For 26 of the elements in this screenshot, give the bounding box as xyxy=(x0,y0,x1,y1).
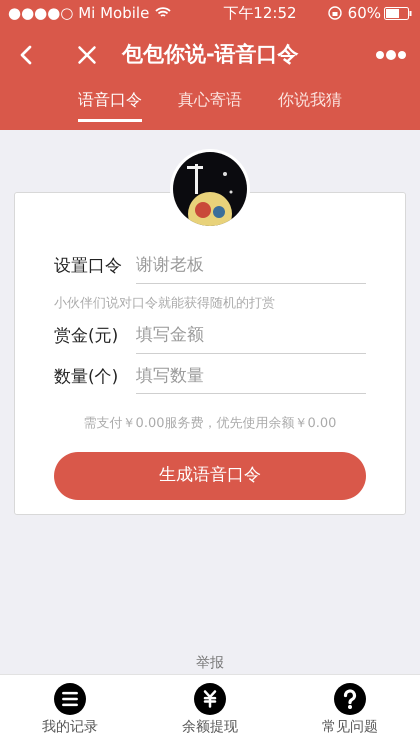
input-field[interactable]: 谢谢老板 xyxy=(136,253,366,284)
hint-text: 小伙伴们说对口令就能获得随机的打赏 xyxy=(54,294,276,312)
nav-item[interactable]: 余额提现 xyxy=(182,717,238,738)
clock-text: 下午12:52 xyxy=(223,2,297,24)
fee-note: 需支付￥0.00服务费，优先使用余额￥0.00 xyxy=(82,415,338,433)
nav-item[interactable]: 常见问题 xyxy=(322,717,378,738)
field-label: 赏金(元) xyxy=(54,325,120,348)
battery-icon xyxy=(384,6,412,20)
report-link[interactable]: 举报 xyxy=(196,653,224,674)
menu-icon xyxy=(54,683,86,715)
page-title: 包包你说-语音口令 xyxy=(122,41,299,68)
submit-button[interactable]: 生成语音口令 xyxy=(54,452,366,500)
input-field[interactable]: 填写数量 xyxy=(136,364,366,394)
carrier-text: ●●●●○ Mi Mobile xyxy=(8,2,150,24)
wifi-icon xyxy=(155,7,172,19)
tab[interactable]: 语音口令 xyxy=(78,84,142,122)
field-label: 设置口令 xyxy=(54,255,123,278)
field-label: 数量(个) xyxy=(54,366,120,388)
help-icon xyxy=(334,683,366,715)
input-field[interactable]: 填写金额 xyxy=(136,323,366,354)
nav-item[interactable]: 我的记录 xyxy=(42,717,98,738)
battery-text: 60% xyxy=(348,2,381,24)
yen-icon xyxy=(194,683,226,715)
tab[interactable]: 真心寄语 xyxy=(178,84,242,122)
rotation-lock-icon xyxy=(328,6,342,20)
tab[interactable]: 你说我猜 xyxy=(278,84,342,122)
